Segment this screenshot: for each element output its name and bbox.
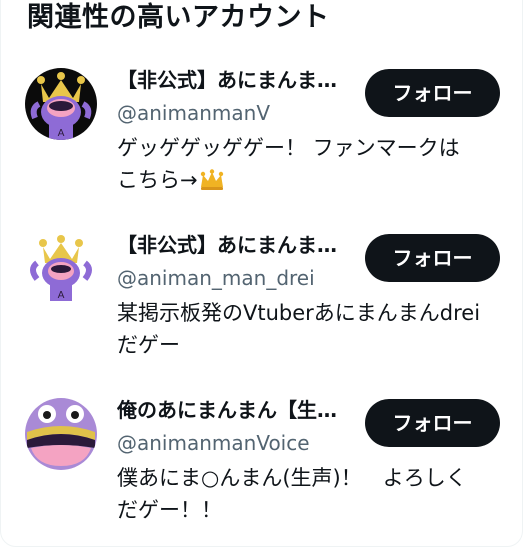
avatar-image-icon: A (25, 233, 97, 305)
account-item-animan-man-drei[interactable]: A 【非公式】あにまんまんdrei @animan_man_drei フォロー … (0, 233, 523, 383)
follow-button[interactable]: フォロー (365, 399, 500, 447)
avatar-image-icon: A (25, 68, 97, 140)
avatar-image-icon (25, 398, 97, 470)
bio-line: 僕あにま○んまん(生声)！ よろしく (117, 466, 467, 490)
avatar[interactable]: A (25, 233, 97, 305)
bio-line: こちら→ (117, 164, 497, 200)
svg-text:A: A (58, 128, 65, 139)
account-name[interactable]: 【非公式】あにまんまんV (117, 65, 349, 95)
bio-line-text: こちら→ (117, 168, 198, 192)
bio-line: だゲー (117, 333, 180, 357)
bio-line: 某掲示板発のVtuberあにまんまんdrei (117, 301, 481, 325)
account-name[interactable]: 俺のあにまんまん【生声】 (117, 395, 349, 425)
account-name[interactable]: 【非公式】あにまんまんdrei (117, 230, 349, 260)
bio-line: ゲッゲゲッゲゲー！ ファンマークは (117, 136, 460, 160)
account-bio: 某掲示板発のVtuberあにまんまんdrei だゲー (117, 297, 497, 361)
section-title: 関連性の高いアカウント (27, 2, 330, 33)
account-item-animanmanvoice[interactable]: 俺のあにまんまん【生声】 @animanmanVoice フォロー 僕あにま○ん… (0, 398, 523, 548)
account-item-animanmanv[interactable]: A 【非公式】あにまんまんV @animanmanV フォロー ゲッゲゲッゲゲー… (0, 68, 523, 218)
svg-text:A: A (58, 290, 65, 301)
avatar[interactable]: A (25, 68, 97, 140)
account-bio: 僕あにま○んまん(生声)！ よろしく だゲー！！ (117, 462, 497, 526)
account-handle[interactable]: @animan_man_drei (117, 263, 315, 293)
avatar[interactable] (25, 398, 97, 470)
account-handle[interactable]: @animanmanV (117, 98, 270, 128)
account-handle[interactable]: @animanmanVoice (117, 428, 310, 458)
follow-button[interactable]: フォロー (365, 234, 500, 282)
crown-emoji-icon (198, 168, 226, 200)
bio-line: だゲー！！ (117, 498, 222, 522)
account-bio: ゲッゲゲッゲゲー！ ファンマークは こちら→ (117, 132, 497, 200)
follow-button[interactable]: フォロー (365, 69, 500, 117)
